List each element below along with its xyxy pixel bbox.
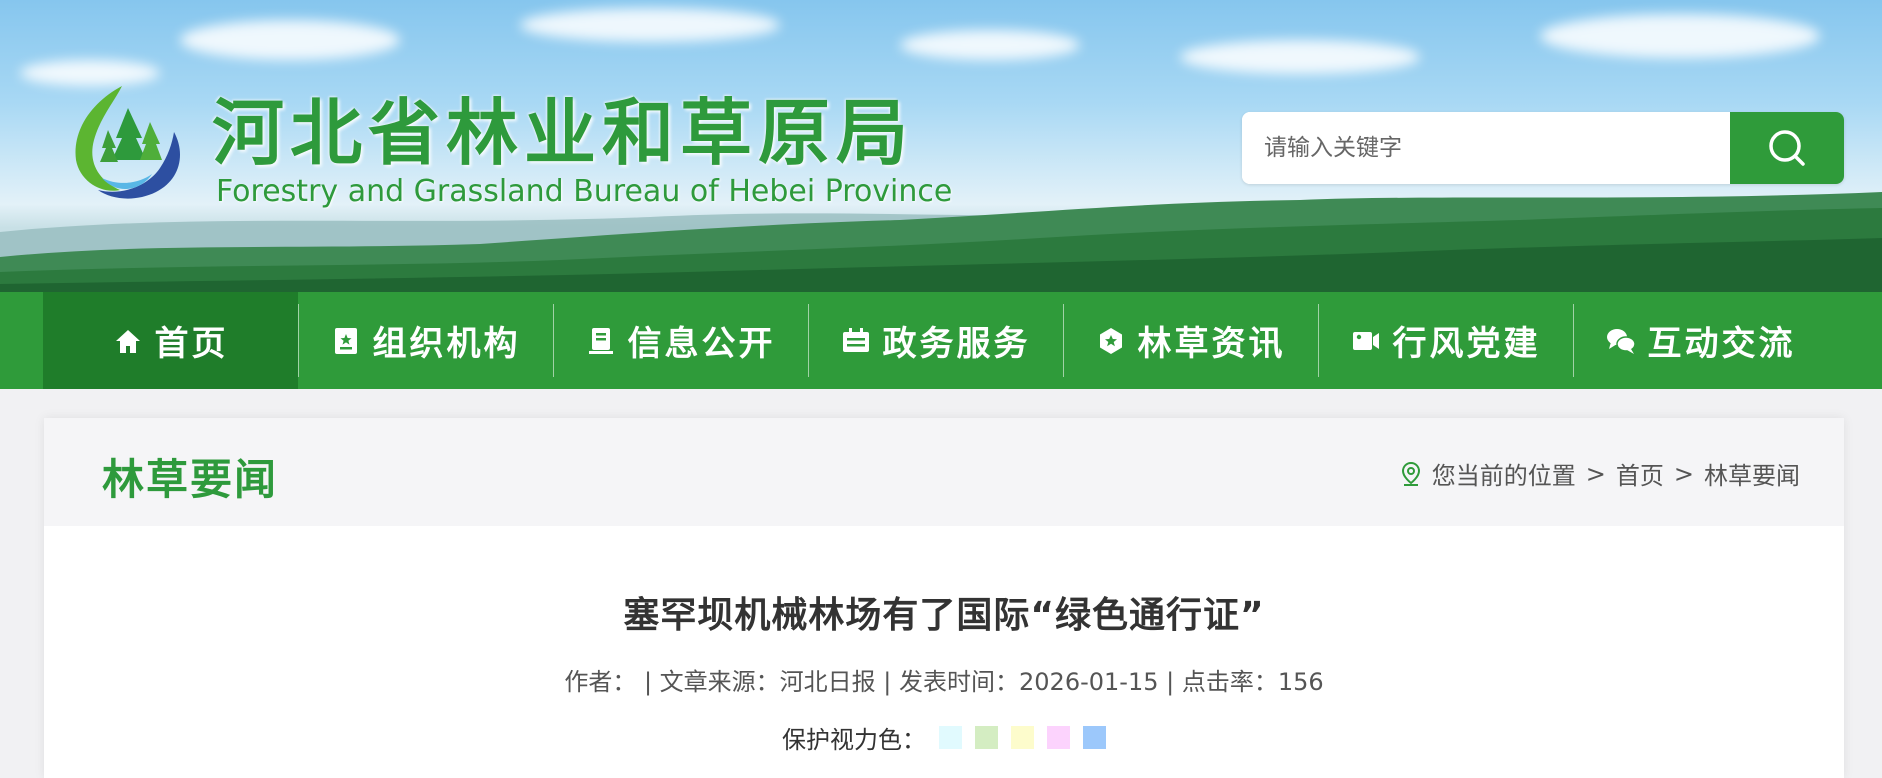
site-subtitle: Forestry and Grassland Bureau of Hebei P… [216,174,953,209]
nav-item-label: 林草资讯 [1137,324,1286,364]
nav-item-party-building[interactable]: 行风党建 [1318,292,1573,389]
info-icon [588,327,613,354]
nav-item-home[interactable]: 首页 [43,292,298,389]
nav-item-label: 组织机构 [372,324,521,364]
article-meta: 作者： | 文章来源：河北日报 | 发表时间：2026-01-15 | 点击率：… [564,668,1324,696]
breadcrumb: 您当前的位置 > 首页 > 林草要闻 [1400,456,1800,491]
nav-item-interaction[interactable]: 互动交流 [1573,292,1828,389]
nav-item-info-disclosure[interactable]: 信息公开 [553,292,808,389]
nav-item-label: 互动交流 [1647,324,1796,364]
header-banner: 河北省林业和草原局 Forestry and Grassland Bureau … [0,0,1882,292]
cloud [180,20,400,60]
eye-care-swatch[interactable] [975,726,998,749]
search-icon [1769,130,1805,166]
breadcrumb-separator: > [1585,459,1606,488]
forest-logo-icon [75,86,180,199]
eye-care-swatch[interactable] [1011,726,1034,749]
breadcrumb-prefix: 您当前的位置 [1431,462,1576,490]
home-icon [115,329,140,353]
breadcrumb-home[interactable]: 首页 [1616,456,1664,491]
nav-item-gov-service[interactable]: 政务服务 [808,292,1063,389]
cloud [1180,40,1420,74]
main-nav: 首页 组织机构 信息公开 政务服务 林草资讯 行风党建 互动交流 [0,292,1882,389]
party-icon [1352,331,1379,350]
search-button[interactable] [1730,112,1844,184]
content-panel: 林草要闻 您当前的位置 > 首页 > 林草要闻 塞罕坝机械林场有了国际“绿色通行… [44,418,1844,778]
service-icon [842,327,869,352]
section-header: 林草要闻 您当前的位置 > 首页 > 林草要闻 [44,418,1844,526]
search-input[interactable] [1242,112,1730,184]
location-pin-icon [1401,461,1420,486]
eye-care-label: 保护视力色： [782,726,926,754]
nav-item-label: 信息公开 [627,324,776,364]
nav-item-label: 行风党建 [1392,324,1541,364]
cloud [1540,14,1820,58]
cloud [900,30,1080,60]
news-icon [1099,327,1122,354]
nav-item-label: 政务服务 [882,324,1031,364]
eye-care-swatch[interactable] [1047,726,1070,749]
breadcrumb-current[interactable]: 林草要闻 [1704,456,1800,491]
cloud [520,8,780,42]
breadcrumb-separator: > [1673,459,1694,488]
article-title: 塞罕坝机械林场有了国际“绿色通行证” [623,595,1265,636]
eye-care-swatch[interactable] [1083,726,1106,749]
nav-item-forestry-news[interactable]: 林草资讯 [1063,292,1318,389]
section-title: 林草要闻 [102,455,279,504]
nav-item-label: 首页 [154,324,229,364]
chat-icon [1606,328,1636,354]
site-title: 河北省林业和草原局 [212,91,915,175]
eye-care-swatch[interactable] [939,726,962,749]
search-bar [1242,112,1844,184]
nav-item-organization[interactable]: 组织机构 [298,292,553,389]
org-icon [334,327,357,354]
eye-care-colors: 保护视力色： [44,720,1844,755]
